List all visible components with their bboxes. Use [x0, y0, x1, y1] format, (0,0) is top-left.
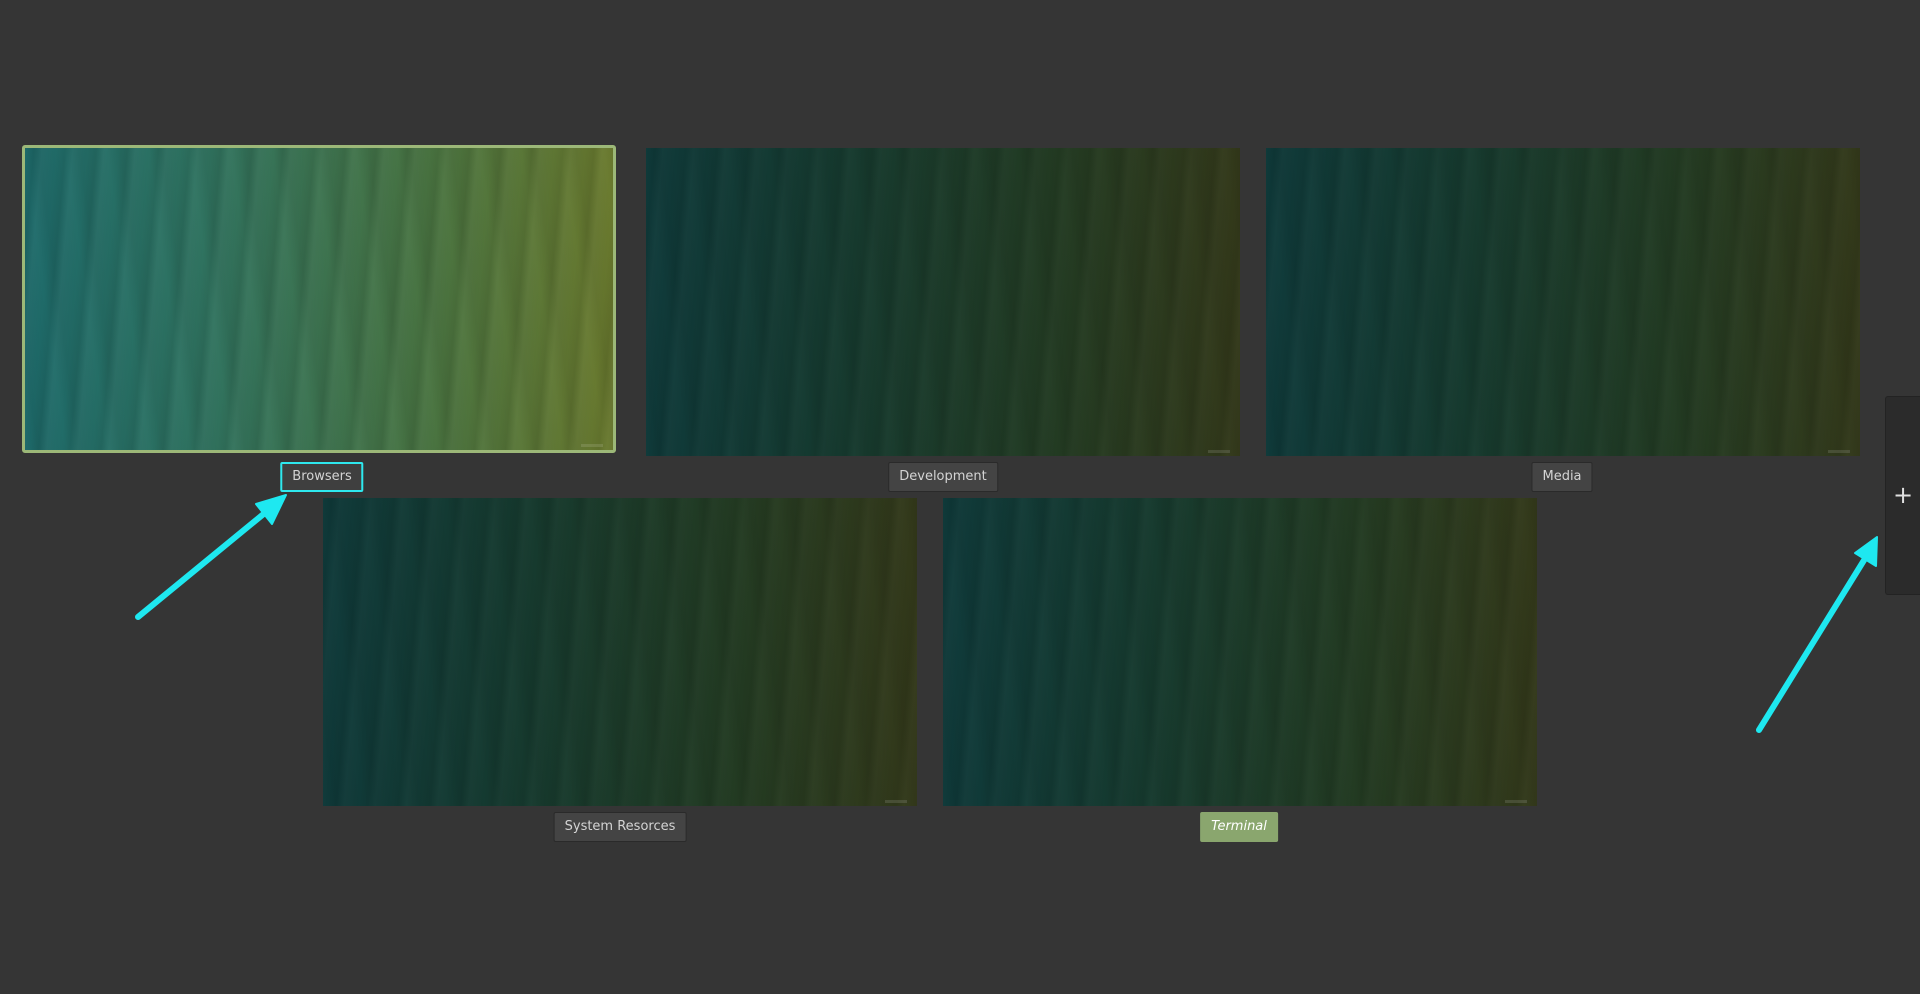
wallpaper-watermark — [1208, 450, 1230, 453]
workspace-thumbnail-development[interactable] — [646, 148, 1240, 456]
wallpaper-watermark — [1828, 450, 1850, 453]
arrow-to-browsers-label — [135, 494, 287, 620]
wallpaper-watermark — [581, 444, 603, 447]
arrow-to-add-workspace — [1756, 536, 1878, 733]
wallpaper-preview — [1266, 148, 1860, 456]
wallpaper-preview — [943, 498, 1537, 806]
workspace-expo-view: Browsers Development Media System Resorc… — [0, 0, 1920, 994]
workspace-label-browsers[interactable]: Browsers — [280, 462, 364, 492]
wallpaper-preview — [646, 148, 1240, 456]
workspace-thumbnail-browsers[interactable] — [22, 145, 616, 453]
add-workspace-button[interactable]: + — [1885, 396, 1920, 595]
plus-icon: + — [1892, 481, 1914, 509]
wallpaper-watermark — [1505, 800, 1527, 803]
workspace-thumbnail-system-resources[interactable] — [323, 498, 917, 806]
wallpaper-preview — [25, 148, 613, 450]
wallpaper-watermark — [885, 800, 907, 803]
workspace-label-development[interactable]: Development — [888, 462, 998, 492]
workspace-thumbnail-media[interactable] — [1266, 148, 1860, 456]
workspace-label-terminal[interactable]: Terminal — [1200, 812, 1278, 842]
workspace-thumbnail-terminal[interactable] — [943, 498, 1537, 806]
workspace-label-media[interactable]: Media — [1531, 462, 1593, 492]
wallpaper-preview — [323, 498, 917, 806]
workspace-label-system-resources[interactable]: System Resorces — [553, 812, 687, 842]
